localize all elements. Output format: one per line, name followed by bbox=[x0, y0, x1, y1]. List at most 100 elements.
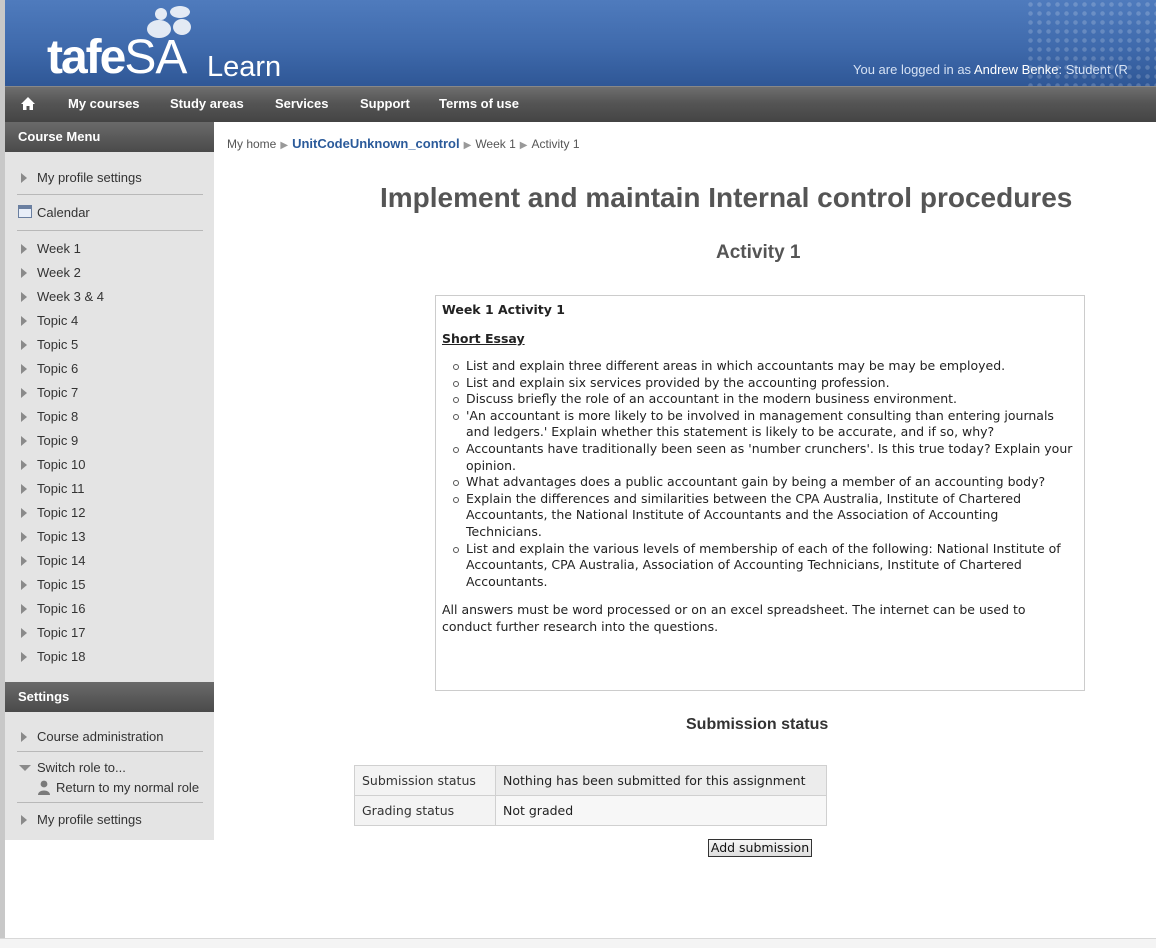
nav-support[interactable]: Support bbox=[360, 96, 410, 111]
intro-subheading: Short Essay bbox=[442, 331, 525, 346]
sidebar-item-week[interactable]: Topic 5 bbox=[5, 335, 214, 359]
page-title: Implement and maintain Internal control … bbox=[380, 182, 1073, 213]
sidebar-item-week[interactable]: Topic 15 bbox=[5, 575, 214, 599]
sidebar-item-week[interactable]: Topic 17 bbox=[5, 623, 214, 647]
table-cell-label: Grading status bbox=[354, 795, 496, 826]
sidebar-item-label: Week 1 bbox=[37, 241, 81, 256]
chevron-right-icon bbox=[21, 628, 27, 638]
sidebar-item-week[interactable]: Topic 7 bbox=[5, 383, 214, 407]
sidebar-item-week[interactable]: Topic 8 bbox=[5, 407, 214, 431]
sidebar: Course Menu My profile settings Calendar… bbox=[5, 122, 214, 840]
sidebar-item-profile-settings-2[interactable]: My profile settings bbox=[5, 810, 214, 834]
logo-wordmark: tafeSA bbox=[47, 31, 187, 84]
sidebar-item-label: Topic 18 bbox=[37, 649, 86, 664]
breadcrumb-separator-icon: ▶ bbox=[519, 140, 528, 151]
breadcrumb-course[interactable]: UnitCodeUnknown_control bbox=[292, 136, 460, 151]
sidebar-divider bbox=[17, 802, 203, 803]
settings-header[interactable]: Settings bbox=[5, 682, 214, 712]
sidebar-divider bbox=[17, 230, 203, 231]
site-header: tafeSA Learn You are logged in as Andrew… bbox=[5, 0, 1156, 86]
table-cell-label: Submission status bbox=[354, 765, 496, 796]
submission-status-table: Submission status Nothing has been submi… bbox=[354, 765, 827, 826]
sidebar-item-week[interactable]: Topic 14 bbox=[5, 551, 214, 575]
nav-study-areas[interactable]: Study areas bbox=[170, 96, 244, 111]
chevron-right-icon bbox=[21, 652, 27, 662]
sidebar-item-label: Topic 6 bbox=[37, 361, 79, 376]
login-info: You are logged in as Andrew Benke: Stude… bbox=[853, 62, 1128, 77]
sidebar-item-label: Topic 11 bbox=[37, 481, 85, 496]
home-icon[interactable] bbox=[19, 95, 37, 113]
assignment-intro: Week 1 Activity 1 Short Essay List and e… bbox=[435, 295, 1085, 691]
sidebar-item-course-administration[interactable]: Course administration bbox=[5, 727, 214, 751]
chevron-right-icon bbox=[21, 436, 27, 446]
sidebar-item-week[interactable]: Topic 13 bbox=[5, 527, 214, 551]
add-submission-button[interactable]: Add submission bbox=[708, 839, 812, 857]
sidebar-item-label: Topic 12 bbox=[37, 505, 86, 520]
table-cell-value: Nothing has been submitted for this assi… bbox=[495, 765, 827, 796]
breadcrumb: My home ▶ UnitCodeUnknown_control ▶ Week 1 ▶ A… bbox=[227, 136, 580, 151]
sidebar-item-label: Topic 13 bbox=[37, 529, 86, 544]
calendar-icon bbox=[18, 205, 32, 218]
sidebar-item-label: Topic 4 bbox=[37, 313, 79, 328]
sidebar-item-label: Week 2 bbox=[37, 265, 81, 280]
nav-services[interactable]: Services bbox=[275, 96, 329, 111]
sidebar-item-week[interactable]: Week 2 bbox=[5, 263, 214, 287]
chevron-right-icon bbox=[21, 173, 27, 183]
sidebar-item-week[interactable]: Week 3 & 4 bbox=[5, 287, 214, 311]
sidebar-item-week[interactable]: Topic 10 bbox=[5, 455, 214, 479]
intro-bullet-list: List and explain three different areas i… bbox=[452, 358, 1078, 590]
sidebar-item-week[interactable]: Topic 16 bbox=[5, 599, 214, 623]
list-item: List and explain six services provided b… bbox=[452, 375, 1078, 392]
chevron-right-icon bbox=[21, 460, 27, 470]
course-menu-header[interactable]: Course Menu bbox=[5, 122, 214, 152]
chevron-right-icon bbox=[21, 580, 27, 590]
chevron-right-icon bbox=[21, 316, 27, 326]
nav-my-courses[interactable]: My courses bbox=[68, 96, 140, 111]
intro-heading: Week 1 Activity 1 bbox=[442, 302, 565, 317]
sidebar-item-label: Topic 9 bbox=[37, 433, 79, 448]
sidebar-item-return-normal-role[interactable]: Return to my normal role bbox=[5, 778, 214, 802]
submission-status-heading: Submission status bbox=[686, 716, 829, 733]
sidebar-item-week[interactable]: Topic 11 bbox=[5, 479, 214, 503]
chevron-right-icon bbox=[21, 604, 27, 614]
sidebar-item-week[interactable]: Topic 6 bbox=[5, 359, 214, 383]
chevron-right-icon bbox=[21, 732, 27, 742]
sidebar-item-label: Topic 15 bbox=[37, 577, 86, 592]
sidebar-item-calendar[interactable]: Calendar bbox=[5, 203, 214, 227]
sidebar-item-profile-settings[interactable]: My profile settings bbox=[5, 168, 214, 192]
chevron-right-icon bbox=[21, 244, 27, 254]
sidebar-item-week[interactable]: Topic 12 bbox=[5, 503, 214, 527]
breadcrumb-home[interactable]: My home bbox=[227, 137, 276, 151]
logo-learn: Learn bbox=[207, 51, 282, 83]
sidebar-item-label: Topic 10 bbox=[37, 457, 86, 472]
table-cell-value: Not graded bbox=[495, 795, 827, 826]
nav-terms-of-use[interactable]: Terms of use bbox=[439, 96, 519, 111]
sidebar-item-week[interactable]: Topic 18 bbox=[5, 647, 214, 671]
sidebar-item-label: Topic 14 bbox=[37, 553, 86, 568]
user-name-link[interactable]: Andrew Benke bbox=[974, 62, 1059, 77]
chevron-right-icon bbox=[21, 412, 27, 422]
table-row: Submission status Nothing has been submi… bbox=[354, 765, 827, 796]
window-edge-bottom bbox=[0, 938, 1156, 948]
sidebar-item-week[interactable]: Week 1 bbox=[5, 239, 214, 263]
list-item: 'An accountant is more likely to be invo… bbox=[452, 408, 1078, 441]
chevron-right-icon bbox=[21, 388, 27, 398]
user-icon bbox=[38, 780, 50, 795]
sidebar-divider bbox=[17, 194, 203, 195]
activity-title: Activity 1 bbox=[716, 242, 801, 263]
list-item: List and explain three different areas i… bbox=[452, 358, 1078, 375]
sidebar-item-label: Topic 8 bbox=[37, 409, 79, 424]
tafesa-logo[interactable]: tafeSA Learn bbox=[45, 6, 345, 84]
sidebar-item-week[interactable]: Topic 4 bbox=[5, 311, 214, 335]
breadcrumb-week[interactable]: Week 1 bbox=[475, 137, 515, 151]
chevron-right-icon bbox=[21, 340, 27, 350]
table-row: Grading status Not graded bbox=[354, 795, 827, 826]
breadcrumb-activity: Activity 1 bbox=[531, 137, 580, 151]
sidebar-item-week[interactable]: Topic 9 bbox=[5, 431, 214, 455]
chevron-right-icon bbox=[21, 508, 27, 518]
chevron-right-icon bbox=[21, 364, 27, 374]
list-item: Discuss briefly the role of an accountan… bbox=[452, 391, 1078, 408]
breadcrumb-separator-icon: ▶ bbox=[280, 140, 289, 151]
chevron-right-icon bbox=[21, 556, 27, 566]
chevron-right-icon bbox=[21, 815, 27, 825]
